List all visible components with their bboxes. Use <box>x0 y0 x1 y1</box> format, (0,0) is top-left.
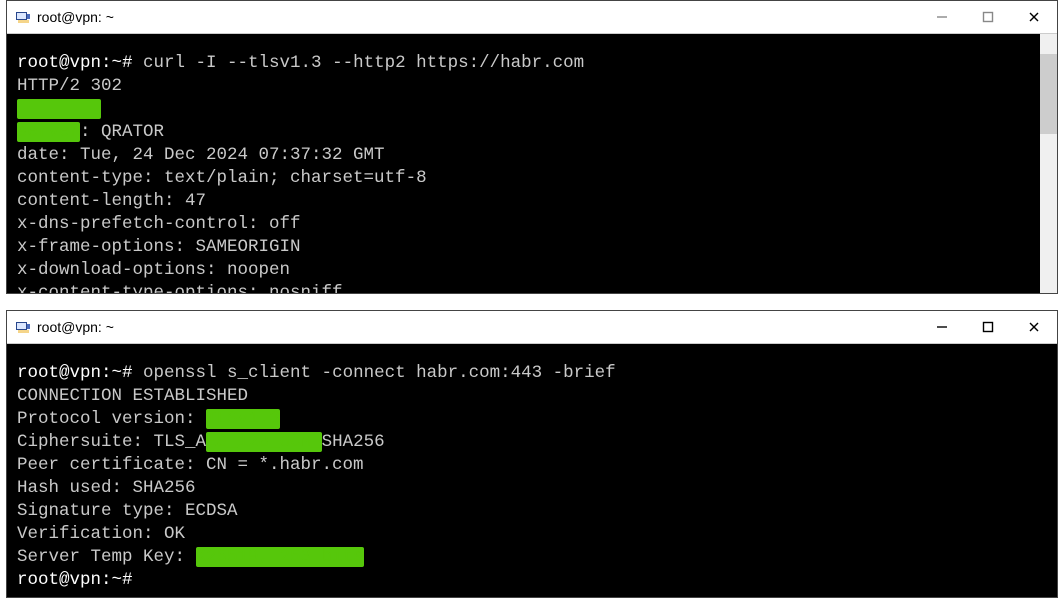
title-left: root@vpn: ~ <box>7 9 114 25</box>
terminal-window-2: root@vpn: ~ root@vpn:~# openssl s_client… <box>6 310 1058 598</box>
minimize-button[interactable] <box>919 311 965 343</box>
putty-icon <box>15 319 31 335</box>
scrollbar-thumb[interactable] <box>1040 54 1057 134</box>
maximize-button[interactable] <box>965 311 1011 343</box>
maximize-button[interactable] <box>965 1 1011 33</box>
terminal-window-1: root@vpn: ~ root@vpn:~# curl -I --tlsv1.… <box>6 0 1058 294</box>
terminal-output[interactable]: root@vpn:~# openssl s_client -connect ha… <box>7 344 1057 597</box>
scrollbar[interactable] <box>1040 34 1057 293</box>
titlebar[interactable]: root@vpn: ~ <box>7 1 1057 34</box>
title-left: root@vpn: ~ <box>7 319 114 335</box>
window-title: root@vpn: ~ <box>37 319 114 335</box>
titlebar[interactable]: root@vpn: ~ <box>7 311 1057 344</box>
window-title: root@vpn: ~ <box>37 9 114 25</box>
close-button[interactable] <box>1011 1 1057 33</box>
terminal-output[interactable]: root@vpn:~# curl -I --tlsv1.3 --http2 ht… <box>7 34 1057 293</box>
minimize-button[interactable] <box>919 1 965 33</box>
close-button[interactable] <box>1011 311 1057 343</box>
putty-icon <box>15 9 31 25</box>
